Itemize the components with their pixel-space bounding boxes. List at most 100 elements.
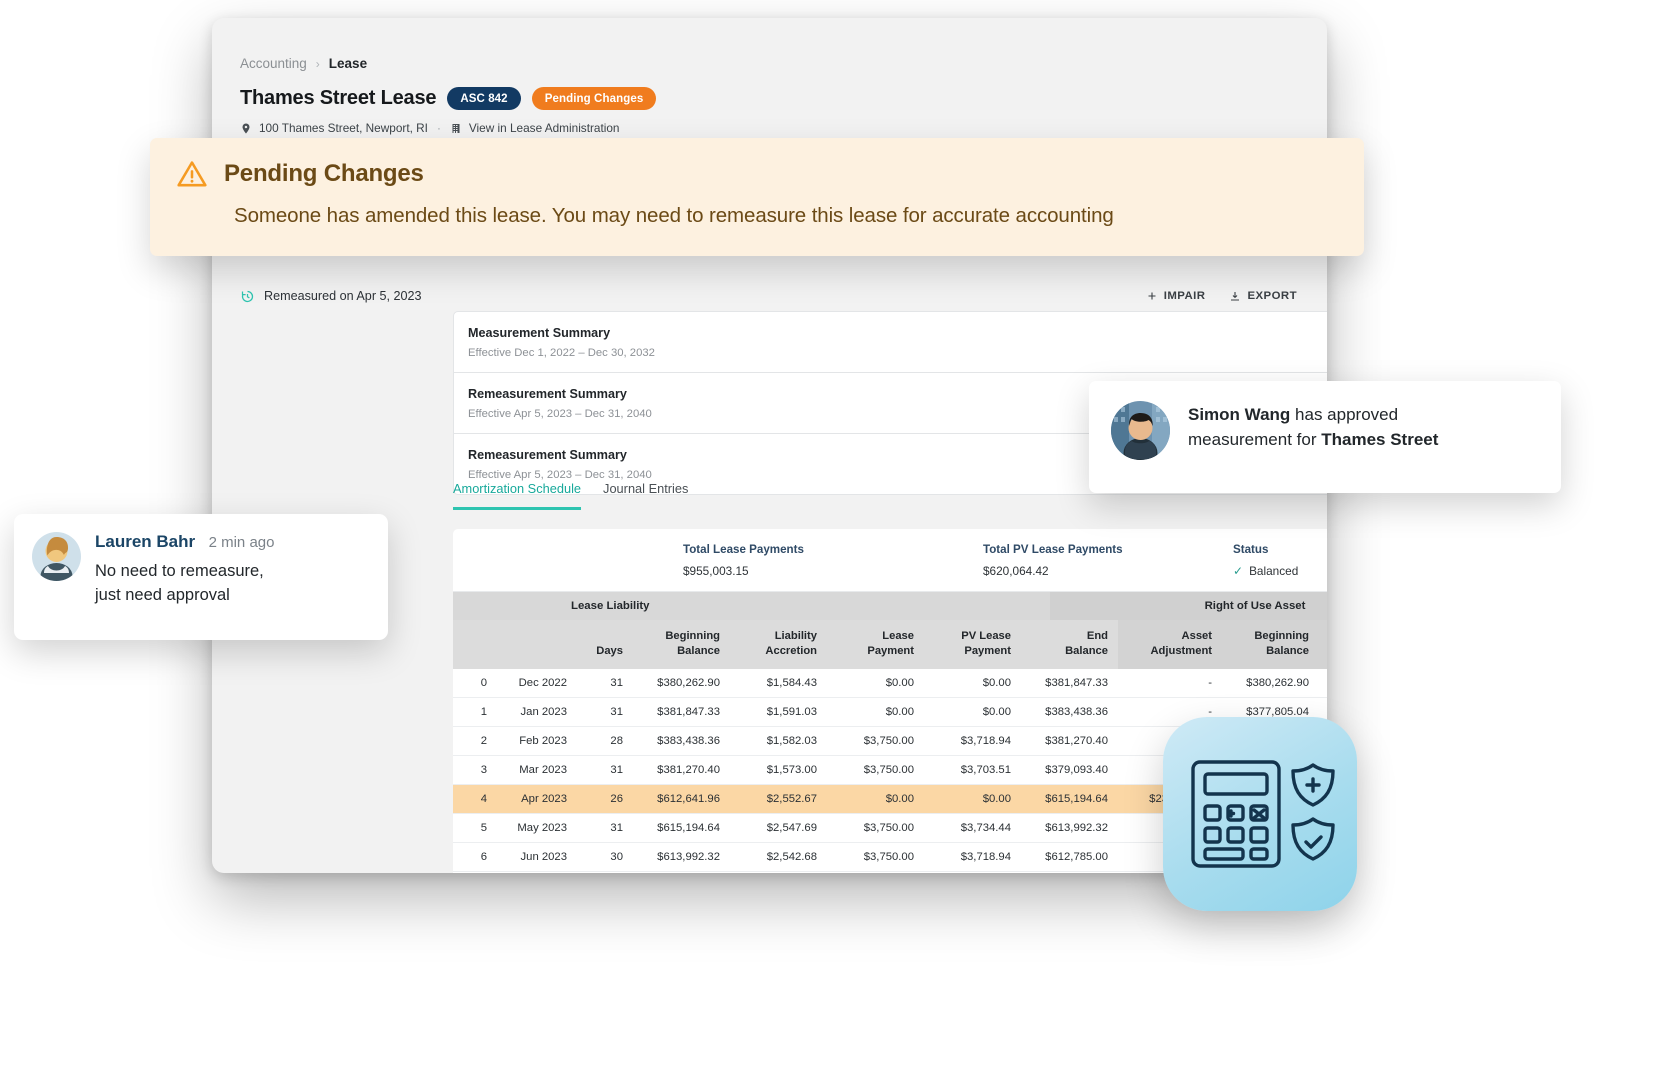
- chevron-right-icon: ›: [315, 56, 320, 71]
- cell-ll-beginning-balance: $381,270.40: [633, 755, 730, 786]
- card-effective-dates: Effective Apr 5, 2023 – Dec 31, 2040: [468, 469, 652, 481]
- cell-pv-lease-payment: $0.00: [924, 784, 1021, 815]
- cell-period: Apr 2023: [497, 784, 577, 815]
- cell-index: 4: [453, 784, 497, 815]
- toolbar-actions: IMPAIR EXPORT: [1146, 290, 1297, 303]
- cell-days: 30: [577, 842, 633, 873]
- cell-liability-accretion: $2,537.65: [730, 871, 827, 873]
- col-period: [497, 620, 577, 670]
- cell-lease-payment: $3,750.00: [827, 842, 924, 873]
- cell-ll-beginning-balance: $612,641.96: [633, 784, 730, 815]
- cell-days: 31: [577, 755, 633, 786]
- cell-asset-adjustment: -: [1118, 669, 1222, 699]
- cell-lease-cost: $4,042.30: [1319, 669, 1327, 699]
- tab-journal-entries[interactable]: Journal Entries: [603, 481, 688, 510]
- cell-ll-end-balance: $381,270.40: [1021, 726, 1118, 757]
- cell-ll-beginning-balance: $613,992.32: [633, 842, 730, 873]
- cell-pv-lease-payment: $0.00: [924, 697, 1021, 728]
- cell-lease-payment: $0.00: [827, 697, 924, 728]
- remeasured-toolbar: Remeasured on Apr 5, 2023 IMPAIR EXPORT: [212, 276, 1327, 316]
- calculator-shield-icon: [1191, 760, 1335, 868]
- cell-index: 6: [453, 842, 497, 873]
- view-in-lease-administration-link[interactable]: View in Lease Administration: [469, 121, 620, 135]
- summary-spacer: [453, 543, 683, 578]
- measurement-card[interactable]: Measurement Summary Effective Dec 1, 202…: [453, 311, 1327, 373]
- cell-lease-payment: $0.00: [827, 784, 924, 815]
- balance-status: Status ✓ Balanced: [1233, 543, 1298, 578]
- col-index: [453, 620, 497, 670]
- cell-index: 0: [453, 669, 497, 699]
- cell-index: 2: [453, 726, 497, 757]
- comment-card-lauren-bahr: Lauren Bahr 2 min ago No need to remeasu…: [14, 514, 388, 640]
- breadcrumb-root[interactable]: Accounting: [240, 56, 307, 71]
- cell-ll-end-balance: $381,847.33: [1021, 669, 1118, 699]
- comment-text-line2: just need approval: [95, 586, 230, 605]
- check-icon: ✓: [1233, 564, 1244, 578]
- comment-timestamp: 2 min ago: [208, 534, 275, 551]
- col-pv-lease-payment: PV Lease Payment: [924, 620, 1021, 670]
- banner-header: Pending Changes: [176, 158, 1338, 190]
- tab-amortization-schedule[interactable]: Amortization Schedule: [453, 481, 582, 510]
- meta-separator: ·: [436, 121, 441, 135]
- card-title: Measurement Summary: [468, 326, 611, 340]
- export-button[interactable]: EXPORT: [1229, 290, 1297, 303]
- comment-text-line1: No need to remeasure,: [95, 562, 264, 580]
- col-liability-accretion: Liability Accretion: [730, 620, 827, 670]
- page-title: Thames Street Lease: [240, 87, 437, 109]
- notification-card-simon-wang: Simon Wang has approved measurement for …: [1089, 381, 1561, 493]
- cell-days: 31: [577, 669, 633, 699]
- total-pv-lease-payments: Total PV Lease Payments $620,064.42: [983, 543, 1233, 578]
- cell-liability-accretion: $1,584.43: [730, 669, 827, 699]
- impair-button[interactable]: IMPAIR: [1146, 290, 1206, 302]
- cell-liability-accretion: $1,573.00: [730, 755, 827, 786]
- badge-asc-842: ASC 842: [447, 87, 521, 110]
- tab-bar: Amortization Schedule Journal Entries: [453, 481, 688, 510]
- notification-property: Thames Street: [1321, 430, 1439, 450]
- cell-pv-lease-payment: $3,718.94: [924, 726, 1021, 757]
- cell-pv-lease-payment: $3,734.44: [924, 813, 1021, 844]
- cell-ll-end-balance: $379,093.40: [1021, 755, 1118, 786]
- status-value: Balanced: [1249, 564, 1299, 578]
- cell-pv-lease-payment: $3,703.51: [924, 755, 1021, 786]
- cell-ll-beginning-balance: $615,194.64: [633, 813, 730, 844]
- warning-triangle-icon: [177, 161, 207, 187]
- cell-ll-beginning-balance: $380,262.90: [633, 669, 730, 699]
- cell-lease-payment: $3,750.00: [827, 813, 924, 844]
- col-asset-adjustment: Asset Adjustment: [1118, 620, 1222, 670]
- column-group-header: Lease Liability Right of Use Asset: [453, 592, 1327, 620]
- cell-index: 5: [453, 813, 497, 844]
- cell-days: 31: [577, 871, 633, 873]
- breadcrumb: Accounting › Lease: [212, 18, 1327, 71]
- cell-period: Jan 2023: [497, 697, 577, 728]
- cell-period: Jun 2023: [497, 842, 577, 873]
- avatar: [1111, 401, 1170, 460]
- cell-ll-beginning-balance: $383,438.36: [633, 726, 730, 757]
- group-right-of-use-asset: Right of Use Asset: [1050, 592, 1327, 620]
- total-pv-label: Total PV Lease Payments: [983, 543, 1123, 556]
- cell-ll-end-balance: $613,992.32: [1021, 813, 1118, 844]
- status-value-row: ✓ Balanced: [1233, 564, 1298, 578]
- cell-index: 3: [453, 755, 497, 786]
- notification-line2: measurement for: [1188, 430, 1322, 450]
- cell-liability-accretion: $1,582.03: [730, 726, 827, 757]
- cell-liability-accretion: $2,547.69: [730, 813, 827, 844]
- cell-period: Feb 2023: [497, 726, 577, 757]
- cell-pv-lease-payment: $3,718.94: [924, 842, 1021, 873]
- col-lease-cost: LeaseCost: [1319, 620, 1327, 670]
- col-days: Days: [577, 620, 633, 670]
- table-header-row: Days Beginning Balance Liability Accretion…: [453, 620, 1327, 670]
- table-row[interactable]: 0 Dec 2022 31 $380,262.90 $1,584.43 $0.00 $0.0…: [453, 669, 1327, 699]
- group-lease-liability: Lease Liability: [571, 600, 650, 612]
- total-pv-value: $620,064.42: [983, 564, 1049, 578]
- calculator-app-icon: [1163, 717, 1357, 911]
- cell-lease-payment: $3,750.00: [827, 755, 924, 786]
- cell-liability-accretion: $1,591.03: [730, 697, 827, 728]
- cell-period: Jul 2023: [497, 871, 577, 873]
- cell-lease-payment: $3,750.00: [827, 726, 924, 757]
- cell-days: 31: [577, 697, 633, 728]
- cell-period: Mar 2023: [497, 755, 577, 786]
- notification-mid: has approved: [1290, 405, 1399, 424]
- cell-period: Dec 2022: [497, 669, 577, 699]
- cell-liability-accretion: $2,552.67: [730, 784, 827, 815]
- total-lease-payments: Total Lease Payments $955,003.15: [683, 543, 983, 578]
